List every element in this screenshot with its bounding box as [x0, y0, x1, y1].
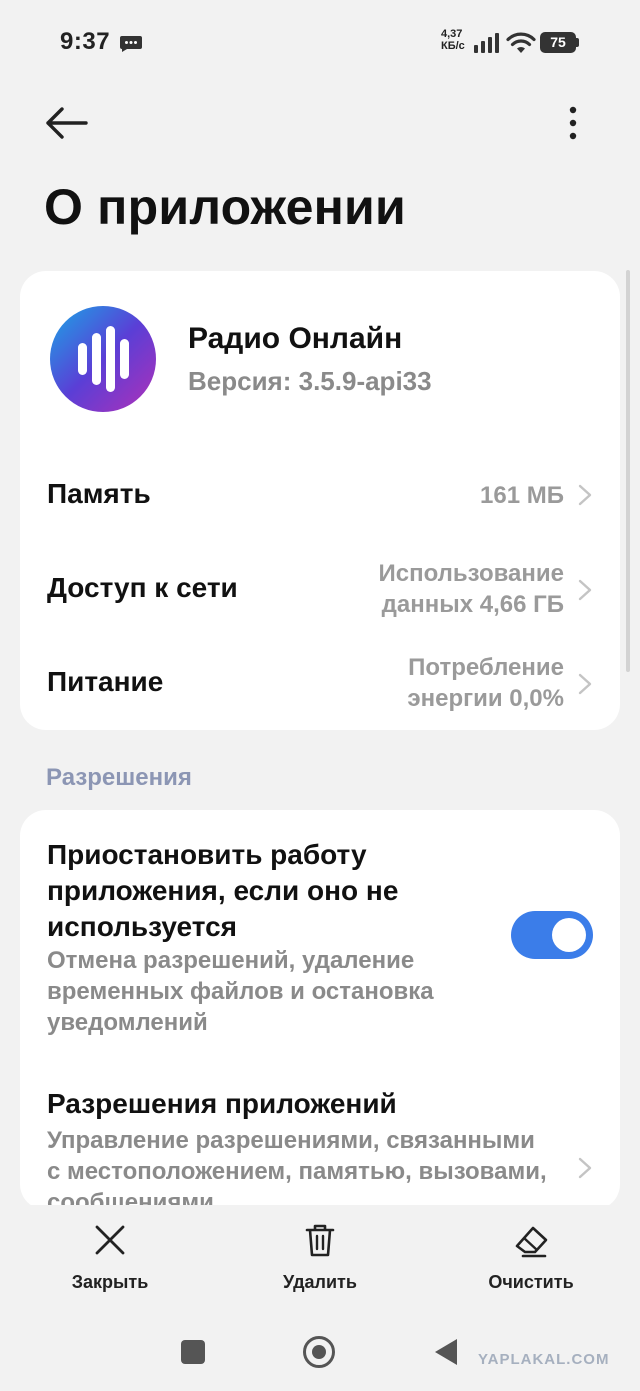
wifi-icon: [506, 32, 536, 53]
app-icon: [50, 306, 156, 412]
chevron-right-icon: [578, 1157, 592, 1179]
pause-app-title: Приостановить работу приложения, если он…: [47, 839, 399, 942]
power-value-line1: Потребление: [408, 654, 564, 681]
toggle-knob: [552, 918, 586, 952]
app-version: Версия: 3.5.9-api33: [188, 366, 432, 396]
close-button[interactable]: Закрыть: [40, 1222, 180, 1293]
uninstall-button[interactable]: Удалить: [250, 1222, 390, 1293]
app-permissions-title[interactable]: Разрешения приложений: [47, 1088, 397, 1120]
arrow-left-icon: [46, 107, 88, 139]
close-label: Закрыть: [71, 1272, 149, 1292]
cellular-signal-icon: [474, 33, 499, 53]
status-time: 9:37: [60, 28, 111, 55]
back-nav-triangle-icon[interactable]: [434, 1338, 458, 1366]
permissions-section-header: Разрешения: [46, 764, 192, 791]
network-access-value-line1: Использование: [378, 560, 564, 587]
storage-value: 161 МБ: [480, 482, 564, 509]
more-options-button[interactable]: [556, 100, 590, 146]
power-label: Питание: [47, 666, 164, 697]
more-vertical-icon: [569, 106, 577, 140]
radio-waveform-icon: [78, 326, 129, 392]
power-value-line2: энергии 0,0%: [407, 685, 564, 712]
storage-row[interactable]: Память 161 МБ: [20, 462, 620, 528]
uninstall-label: Удалить: [283, 1272, 357, 1292]
scrollbar[interactable]: [626, 270, 630, 672]
message-notification-icon: [120, 36, 142, 52]
eraser-icon: [515, 1226, 548, 1258]
network-speed: 4,37 КБ/с: [441, 28, 465, 52]
chevron-right-icon: [578, 484, 592, 506]
clear-data-button[interactable]: Очистить: [461, 1222, 601, 1293]
close-icon: [95, 1225, 125, 1255]
power-row[interactable]: Питание Потребление энергии 0,0%: [20, 646, 620, 722]
clear-data-label: Очистить: [488, 1272, 574, 1292]
storage-label: Память: [47, 478, 151, 509]
chevron-right-icon: [578, 579, 592, 601]
recents-nav-button[interactable]: [181, 1340, 205, 1364]
pause-app-description: Отмена разрешений, удаление временных фа…: [47, 947, 434, 1036]
network-speed-value: 4,37: [441, 28, 463, 40]
page-title: О приложении: [44, 179, 406, 235]
home-nav-dot: [312, 1345, 326, 1359]
network-access-row[interactable]: Доступ к сети Использование данных 4,66 …: [20, 552, 620, 628]
battery-indicator: 75: [540, 32, 576, 53]
watermark: YAPLAKAL.COM: [478, 1351, 610, 1368]
network-access-value: Использование данных 4,66 ГБ: [378, 558, 564, 620]
chevron-right-icon: [578, 673, 592, 695]
pause-app-toggle[interactable]: [511, 911, 593, 959]
network-access-label: Доступ к сети: [47, 572, 238, 603]
battery-cap: [576, 38, 579, 47]
home-nav-button[interactable]: [303, 1336, 335, 1368]
network-speed-unit: КБ/с: [441, 40, 465, 52]
trash-icon: [305, 1224, 335, 1257]
app-name: Радио Онлайн: [188, 322, 403, 355]
back-button[interactable]: [40, 100, 92, 146]
network-access-value-line2: данных 4,66 ГБ: [381, 591, 564, 618]
power-value: Потребление энергии 0,0%: [407, 652, 564, 714]
